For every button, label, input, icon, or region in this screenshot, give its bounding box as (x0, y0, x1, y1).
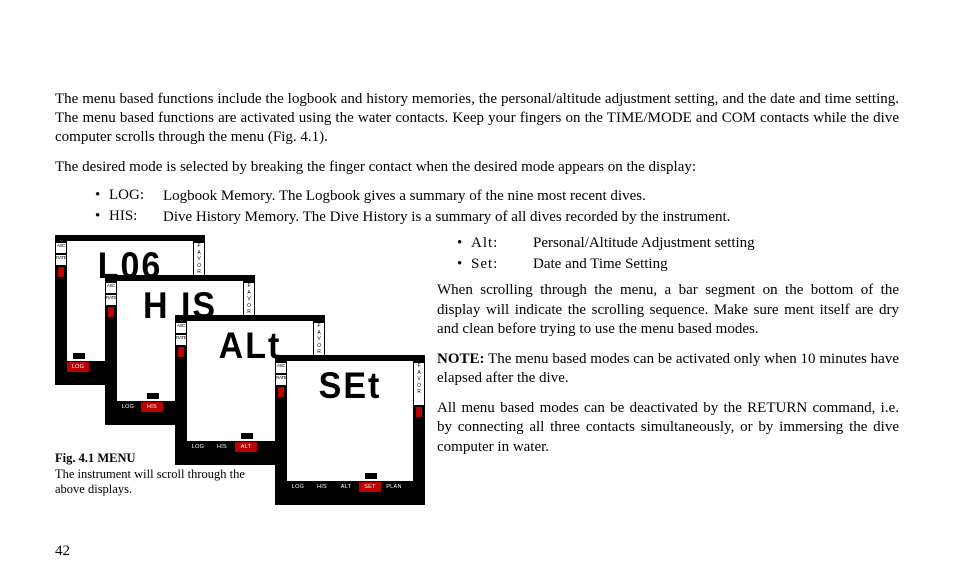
page-content: The menu based functions include the log… (55, 90, 899, 515)
paragraph-select: The desired mode is selected by breaking… (55, 158, 899, 177)
lcd-screen: SEt (287, 361, 413, 481)
menu-slot: LOG (67, 362, 89, 372)
figure-area: ASCRATE FAVOR L06 LOG ASCRATE FAVOR H IS (55, 235, 415, 515)
menu-slot: HIS (211, 442, 233, 452)
mode-key-log: LOG: (109, 187, 163, 206)
menu-slot: SET (359, 482, 381, 492)
cursor-tick (73, 353, 85, 359)
menu-slot: LOG (117, 402, 139, 412)
menu-slot: HIS (141, 402, 163, 412)
asc-label: ASC (176, 323, 186, 333)
rate-label: RATE (106, 295, 116, 305)
cursor-tick (147, 393, 159, 399)
rate-label: RATE (276, 375, 286, 385)
bullet-icon: • (95, 187, 109, 206)
asc-label: ASC (106, 283, 116, 293)
menu-slot: HIS (311, 482, 333, 492)
mode-list-top: • LOG: Logbook Memory. The Logbook gives… (55, 187, 899, 227)
paragraph-return: All menu based modes can be deactivated … (437, 399, 899, 458)
menu-slot: PLAN (383, 482, 405, 492)
page-number: 42 (55, 543, 70, 560)
right-column: • Alt: Personal/Altitude Adjustment sett… (437, 235, 899, 515)
caption-body: The instrument will scroll through the a… (55, 467, 245, 497)
mode-desc-alt: Personal/Altitude Adjustment setting (533, 235, 899, 252)
cursor-tick (365, 473, 377, 479)
mode-row-alt: • Alt: Personal/Altitude Adjustment sett… (457, 235, 899, 252)
bullet-icon: • (95, 208, 109, 227)
mode-desc-set: Date and Time Setting (533, 256, 899, 273)
paragraph-intro: The menu based functions include the log… (55, 90, 899, 148)
note-label: NOTE: (437, 351, 485, 367)
two-column-area: ASCRATE FAVOR L06 LOG ASCRATE FAVOR H IS (55, 235, 899, 515)
mode-key-alt: Alt: (471, 235, 533, 252)
indicator-icon (416, 407, 422, 417)
menu-slot: ALT (335, 482, 357, 492)
mode-desc-his: Dive History Memory. The Dive History is… (163, 208, 899, 227)
caption-title: Fig. 4.1 MENU (55, 451, 136, 465)
rate-label: RATE (56, 255, 66, 265)
mode-desc-log: Logbook Memory. The Logbook gives a summ… (163, 187, 899, 206)
cursor-tick (241, 433, 253, 439)
device-display-set: ASC RATE FAVOR SEt LOG HIS ALT SET PLAN (275, 355, 425, 505)
lcd-text: SEt (287, 365, 413, 408)
mode-key-set: Set: (471, 256, 533, 273)
indicator-icon (58, 267, 64, 277)
mode-row-set: • Set: Date and Time Setting (457, 256, 899, 273)
indicator-icon (108, 307, 114, 317)
indicator-icon (178, 347, 184, 357)
bullet-icon: • (457, 256, 471, 273)
note-body: The menu based modes can be activated on… (437, 351, 899, 387)
paragraph-note: NOTE: The menu based modes can be activa… (437, 350, 899, 389)
favor-label: FAVOR (414, 363, 424, 405)
asc-label: ASC (276, 363, 286, 373)
menu-bar: LOG HIS ALT SET PLAN (287, 481, 413, 493)
paragraph-scroll: When scrolling through the menu, a bar s… (437, 281, 899, 340)
asc-label: ASC (56, 243, 66, 253)
mode-row-log: • LOG: Logbook Memory. The Logbook gives… (95, 187, 899, 206)
menu-slot: LOG (187, 442, 209, 452)
bullet-icon: • (457, 235, 471, 252)
menu-slot: LOG (287, 482, 309, 492)
mode-row-his: • HIS: Dive History Memory. The Dive His… (95, 208, 899, 227)
mode-key-his: HIS: (109, 208, 163, 227)
menu-slot: ALT (235, 442, 257, 452)
mode-list-right: • Alt: Personal/Altitude Adjustment sett… (437, 235, 899, 273)
indicator-icon (278, 387, 284, 397)
rate-label: RATE (176, 335, 186, 345)
